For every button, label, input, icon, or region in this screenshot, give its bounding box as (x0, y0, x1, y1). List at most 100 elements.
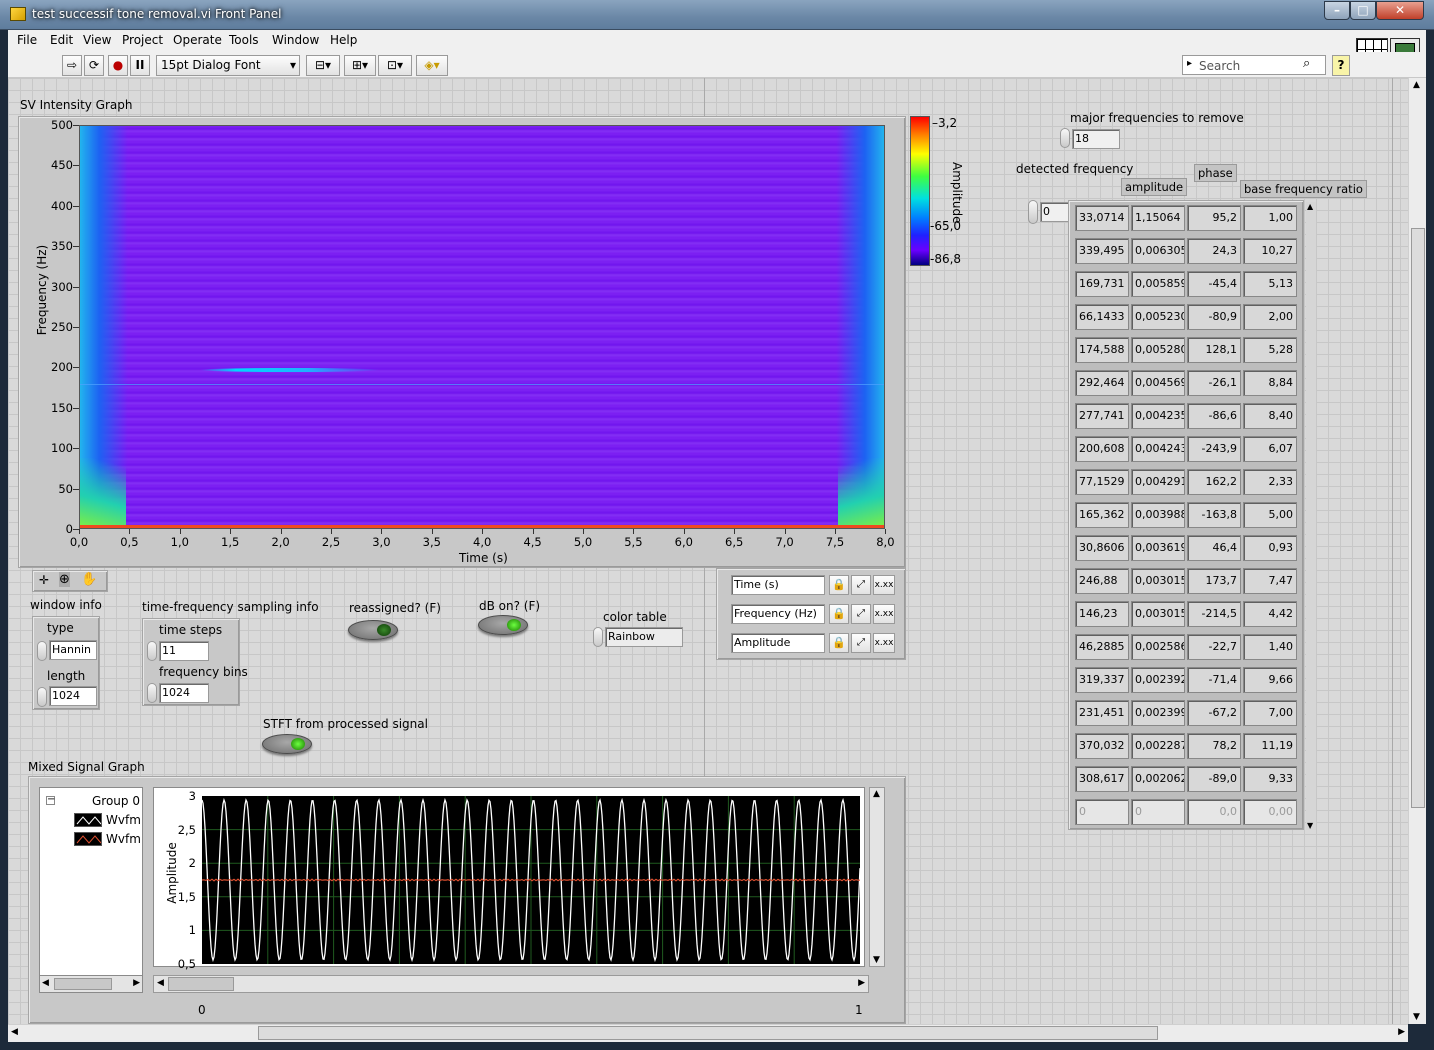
menu-file[interactable]: File (17, 33, 37, 47)
table-cell[interactable]: 0,004235 (1131, 403, 1185, 429)
scroll-up-icon[interactable]: ▲ (873, 789, 880, 799)
table-cell[interactable]: 319,337 (1075, 667, 1129, 693)
panel-hscrollbar[interactable]: ◀ ▶ (8, 1024, 1408, 1042)
table-cell[interactable]: 8,40 (1243, 403, 1297, 429)
table-cell[interactable]: 95,2 (1187, 205, 1241, 231)
run-continuously-icon[interactable]: ⟳ (84, 55, 104, 76)
menu-project[interactable]: Project (122, 33, 163, 47)
table-cell[interactable]: 7,47 (1243, 568, 1297, 594)
format-icon[interactable]: x.xx (873, 604, 895, 624)
window-length-field[interactable]: 1024 (49, 686, 97, 706)
table-cell[interactable]: 231,451 (1075, 700, 1129, 726)
font-select[interactable]: 15pt Dialog Font ▾ (156, 55, 300, 76)
table-cell[interactable]: 0,0 (1187, 799, 1241, 825)
vscroll-thumb[interactable] (1411, 228, 1425, 808)
autoscale-icon[interactable]: ⤢ (851, 633, 871, 653)
reassigned-toggle[interactable] (348, 620, 398, 640)
table-cell[interactable]: 2,33 (1243, 469, 1297, 495)
table-cell[interactable]: -45,4 (1187, 271, 1241, 297)
context-help-icon[interactable]: ? (1332, 55, 1350, 76)
table-cell[interactable]: 10,27 (1243, 238, 1297, 264)
table-cell[interactable]: 0,002586 (1131, 634, 1185, 660)
table-cell[interactable]: 0,002062 (1131, 766, 1185, 792)
table-cell[interactable]: 24,3 (1187, 238, 1241, 264)
group-tree[interactable]: − Group 0 Wvfm 0 Wvfm 1 (39, 787, 143, 993)
menu-help[interactable]: Help (330, 33, 357, 47)
table-cell[interactable]: 200,608 (1075, 436, 1129, 462)
menu-view[interactable]: View (83, 33, 111, 47)
table-cell[interactable]: 0,004243 (1131, 436, 1185, 462)
format-icon[interactable]: x.xx (873, 575, 895, 595)
autoscale-icon[interactable]: ⤢ (851, 575, 871, 595)
scroll-up-icon[interactable]: ▲ (1307, 202, 1313, 211)
close-button[interactable]: ✕ (1376, 1, 1424, 20)
table-cell[interactable]: 0,005280 (1131, 337, 1185, 363)
table-cell[interactable]: 0,002287 (1131, 733, 1185, 759)
table-cell[interactable]: 0,006305 (1131, 238, 1185, 264)
table-cell[interactable]: 0,004569 (1131, 370, 1185, 396)
scroll-down-icon[interactable]: ▼ (873, 955, 880, 965)
resize-objects-icon[interactable]: ⊡▾ (378, 55, 412, 76)
table-cell[interactable]: 66,1433 (1075, 304, 1129, 330)
scale-legend-name-2[interactable]: Amplitude (731, 633, 825, 653)
table-cell[interactable]: 292,464 (1075, 370, 1129, 396)
table-cell[interactable]: 2,00 (1243, 304, 1297, 330)
table-cell[interactable]: 370,032 (1075, 733, 1129, 759)
table-cell[interactable]: 78,2 (1187, 733, 1241, 759)
align-objects-icon[interactable]: ⊟▾ (306, 55, 340, 76)
scroll-up-icon[interactable]: ▲ (1413, 80, 1420, 90)
scroll-down-icon[interactable]: ▼ (1413, 1012, 1420, 1022)
scale-legend-name-0[interactable]: Time (s) (731, 575, 825, 595)
hscroll-thumb[interactable] (258, 1026, 1158, 1040)
window-type-field[interactable]: Hannin (49, 640, 97, 660)
table-cell[interactable]: 169,731 (1075, 271, 1129, 297)
window-type-spinner[interactable] (37, 641, 47, 661)
table-cell[interactable]: 7,00 (1243, 700, 1297, 726)
table-cell[interactable]: -80,9 (1187, 304, 1241, 330)
cursor-crosshair-icon[interactable]: ✛ (39, 573, 49, 587)
stft-toggle[interactable] (262, 734, 312, 754)
frequency-bins-spinner[interactable] (147, 683, 157, 703)
table-cell[interactable]: 46,4 (1187, 535, 1241, 561)
table-cell[interactable]: -71,4 (1187, 667, 1241, 693)
table-cell[interactable]: -86,6 (1187, 403, 1241, 429)
table-cell[interactable]: 0,93 (1243, 535, 1297, 561)
table-cell[interactable]: 0 (1131, 799, 1185, 825)
table-cell[interactable]: 9,66 (1243, 667, 1297, 693)
menu-window[interactable]: Window (272, 33, 319, 47)
distribute-objects-icon[interactable]: ⊞▾ (344, 55, 376, 76)
amplitude-colorbar[interactable] (910, 116, 930, 266)
minimize-button[interactable]: – (1324, 1, 1350, 20)
table-cell[interactable]: 1,15064 (1131, 205, 1185, 231)
table-cell[interactable]: 5,13 (1243, 271, 1297, 297)
run-arrow-icon[interactable]: ⇨ (62, 55, 82, 76)
table-cell[interactable]: 173,7 (1187, 568, 1241, 594)
table-cell[interactable]: 1,40 (1243, 634, 1297, 660)
table-cell[interactable]: 0,004291 (1131, 469, 1185, 495)
format-icon[interactable]: x.xx (873, 633, 895, 653)
array-index-field[interactable]: 0 (1040, 202, 1070, 222)
table-cell[interactable]: 0,003015 (1131, 568, 1185, 594)
pan-hand-icon[interactable]: ✋ (81, 572, 97, 587)
major-freq-spinner[interactable] (1060, 128, 1070, 148)
table-cell[interactable]: 4,42 (1243, 601, 1297, 627)
table-cell[interactable]: -22,7 (1187, 634, 1241, 660)
pause-icon[interactable]: II (130, 55, 150, 76)
table-cell[interactable]: -163,8 (1187, 502, 1241, 528)
lock-icon[interactable]: 🔒 (829, 604, 849, 624)
table-cell[interactable]: 277,741 (1075, 403, 1129, 429)
table-cell[interactable]: 174,588 (1075, 337, 1129, 363)
search-input[interactable]: ▸ Search ⌕ (1182, 55, 1326, 75)
table-cell[interactable]: -89,0 (1187, 766, 1241, 792)
intensity-graph[interactable]: Frequency (Hz) 500 450 400 350 300 250 200 150 1… (18, 116, 906, 568)
window-length-spinner[interactable] (37, 687, 47, 707)
table-cell[interactable]: 246,88 (1075, 568, 1129, 594)
scroll-left-icon[interactable]: ◀ (11, 1027, 18, 1037)
table-cell[interactable]: 8,84 (1243, 370, 1297, 396)
table-cell[interactable]: 5,28 (1243, 337, 1297, 363)
scroll-right-icon[interactable]: ▶ (1398, 1027, 1405, 1037)
menu-tools[interactable]: Tools (229, 33, 259, 47)
table-cell[interactable]: 165,362 (1075, 502, 1129, 528)
mixed-signal-graph[interactable]: − Group 0 Wvfm 0 Wvfm 1 ◀ ▶ Amplitude 32… (28, 776, 906, 1024)
table-cell[interactable]: -67,2 (1187, 700, 1241, 726)
